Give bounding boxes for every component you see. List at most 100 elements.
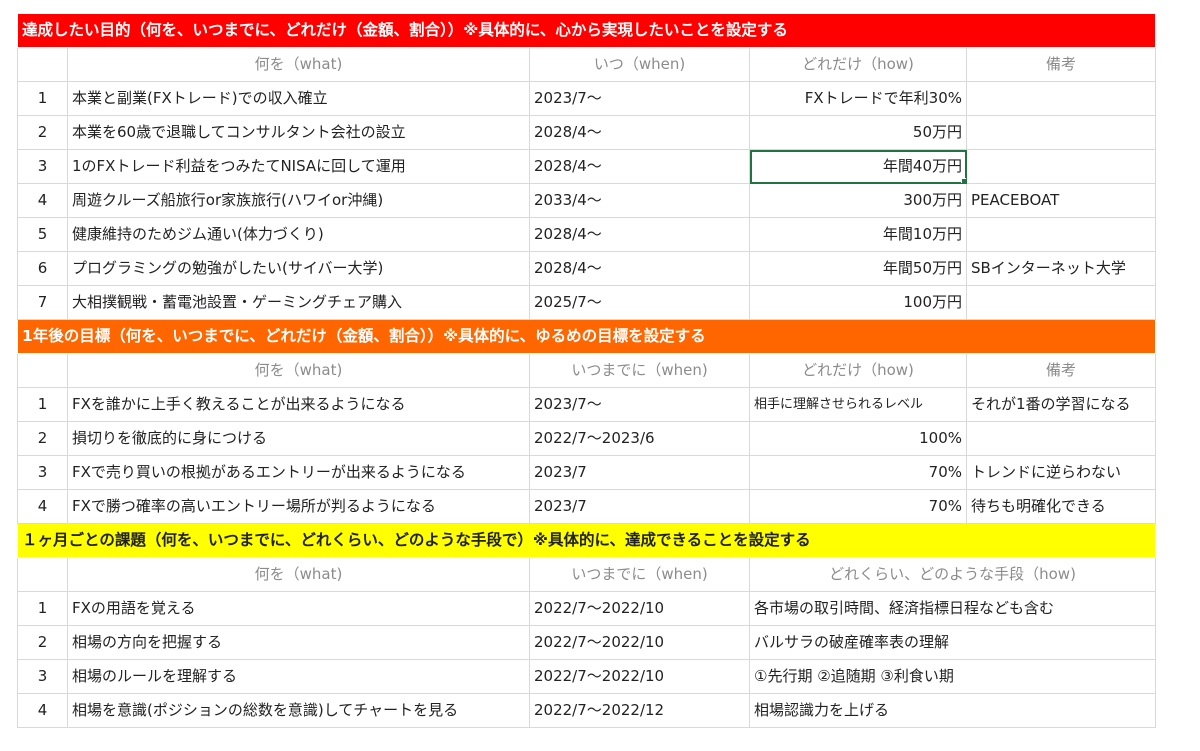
- how-cell[interactable]: 70%: [749, 489, 967, 524]
- how-cell[interactable]: 各市場の取引時間、経済指標日程なども含む: [748, 591, 1157, 626]
- row-number-cell[interactable]: 3: [17, 659, 68, 694]
- column-header[interactable]: どれだけ（how): [749, 353, 967, 388]
- section-title-monthly[interactable]: １ヶ月ごとの課題（何を、いつまでに、どれくらい、どのような手段で）※具体的に、達…: [17, 523, 1156, 558]
- when-cell[interactable]: 2025/7〜: [529, 285, 750, 320]
- row-number-header[interactable]: [17, 353, 68, 388]
- column-header[interactable]: いつまでに（when): [529, 353, 750, 388]
- note-cell[interactable]: [965, 421, 1157, 456]
- how-cell[interactable]: 年間50万円: [749, 251, 967, 286]
- column-header-row: 何を（what) いつまでに（when) どれだけ（how) 備考: [17, 353, 1157, 388]
- row-number-cell[interactable]: 7: [17, 285, 68, 320]
- column-header[interactable]: どれくらい、どのような手段（how): [748, 557, 1157, 592]
- how-cell[interactable]: FXトレードで年利30%: [749, 81, 967, 116]
- what-cell[interactable]: 相場の方向を把握する: [67, 625, 530, 660]
- how-cell[interactable]: 相場認識力を上げる: [748, 693, 1157, 728]
- note-cell[interactable]: それが1番の学習になる: [965, 387, 1157, 422]
- row-number-cell[interactable]: 3: [17, 149, 68, 184]
- row-number-cell[interactable]: 2: [17, 625, 68, 660]
- note-cell[interactable]: [965, 115, 1157, 150]
- note-cell[interactable]: [965, 149, 1157, 184]
- when-cell[interactable]: 2028/4〜: [529, 115, 750, 150]
- column-header[interactable]: 何を（what): [67, 353, 530, 388]
- column-header[interactable]: 備考: [965, 353, 1157, 388]
- how-cell[interactable]: 70%: [749, 455, 967, 490]
- how-cell[interactable]: 100%: [749, 421, 967, 456]
- when-cell[interactable]: 2023/7〜: [529, 387, 750, 422]
- section-header-row: 1年後の目標（何を、いつまでに、どれだけ（金額、割合））※具体的に、ゆるめの目標…: [17, 319, 1156, 354]
- row-number-cell[interactable]: 1: [17, 81, 68, 116]
- note-cell[interactable]: SBインターネット大学: [965, 251, 1157, 286]
- column-header-row: 何を（what) いつまでに（when) どれくらい、どのような手段（how): [17, 557, 1157, 592]
- what-cell[interactable]: FXで勝つ確率の高いエントリー場所が判るようになる: [67, 489, 530, 524]
- what-cell[interactable]: 相場のルールを理解する: [67, 659, 530, 694]
- table-row: 3 1のFXトレード利益をつみたてNISAに回して運用 2028/4〜 年間40万円: [17, 149, 1157, 184]
- row-number-cell[interactable]: 4: [17, 693, 68, 728]
- section-title-one-year[interactable]: 1年後の目標（何を、いつまでに、どれだけ（金額、割合））※具体的に、ゆるめの目標…: [17, 319, 1156, 354]
- section-title-goals[interactable]: 達成したい目的（何を、いつまでに、どれだけ（金額、割合））※具体的に、心から実現…: [17, 13, 1156, 48]
- how-cell[interactable]: ①先行期 ②追随期 ③利食い期: [748, 659, 1157, 694]
- column-header[interactable]: 備考: [965, 47, 1157, 82]
- row-number-cell[interactable]: 3: [17, 455, 68, 490]
- column-header[interactable]: 何を（what): [67, 47, 530, 82]
- column-header[interactable]: いつ（when): [529, 47, 750, 82]
- note-cell[interactable]: 待ちも明確化できる: [965, 489, 1157, 524]
- what-cell[interactable]: FXの用語を覚える: [67, 591, 530, 626]
- what-cell[interactable]: 本業と副業(FXトレード)での収入確立: [67, 81, 530, 116]
- when-cell[interactable]: 2022/7〜2022/10: [529, 625, 750, 660]
- when-cell[interactable]: 2022/7〜2022/12: [529, 693, 750, 728]
- how-cell[interactable]: バルサラの破産確率表の理解: [748, 625, 1157, 660]
- when-cell[interactable]: 2028/4〜: [529, 149, 750, 184]
- row-number-cell[interactable]: 1: [17, 387, 68, 422]
- row-number-cell[interactable]: 5: [17, 217, 68, 252]
- table-row: 2 相場の方向を把握する 2022/7〜2022/10 バルサラの破産確率表の理解: [17, 625, 1157, 660]
- row-number-cell[interactable]: 2: [17, 421, 68, 456]
- how-cell[interactable]: 300万円: [749, 183, 967, 218]
- row-number-cell[interactable]: 4: [17, 489, 68, 524]
- how-cell[interactable]: 100万円: [749, 285, 967, 320]
- what-cell[interactable]: 相場を意識(ポジションの総数を意識)してチャートを見る: [67, 693, 530, 728]
- row-number-header[interactable]: [17, 557, 68, 592]
- what-cell[interactable]: 大相撲観戦・蓄電池設置・ゲーミングチェア購入: [67, 285, 530, 320]
- how-cell[interactable]: 50万円: [749, 115, 967, 150]
- when-cell[interactable]: 2023/7〜: [529, 81, 750, 116]
- table-row: 4 相場を意識(ポジションの総数を意識)してチャートを見る 2022/7〜2022/…: [17, 693, 1157, 728]
- what-cell[interactable]: FXで売り買いの根拠があるエントリーが出来るようになる: [67, 455, 530, 490]
- note-cell[interactable]: トレンドに逆らわない: [965, 455, 1157, 490]
- table-row: 2 本業を60歳で退職してコンサルタント会社の設立 2028/4〜 50万円: [17, 115, 1157, 150]
- what-cell[interactable]: 1のFXトレード利益をつみたてNISAに回して運用: [67, 149, 530, 184]
- how-cell[interactable]: 相手に理解させられるレベル: [749, 387, 967, 422]
- row-number-cell[interactable]: 6: [17, 251, 68, 286]
- table-row: 5 健康維持のためジム通い(体力づくり) 2028/4〜 年間10万円: [17, 217, 1157, 252]
- when-cell[interactable]: 2028/4〜: [529, 217, 750, 252]
- when-cell[interactable]: 2028/4〜: [529, 251, 750, 286]
- when-cell[interactable]: 2033/4〜: [529, 183, 750, 218]
- row-number-header[interactable]: [17, 47, 68, 82]
- what-cell[interactable]: 損切りを徹底的に身につける: [67, 421, 530, 456]
- note-cell[interactable]: [965, 217, 1157, 252]
- when-cell[interactable]: 2022/7〜2022/10: [529, 659, 750, 694]
- note-cell[interactable]: [965, 81, 1157, 116]
- column-header-row: 何を（what) いつ（when) どれだけ（how) 備考: [17, 47, 1157, 82]
- when-cell[interactable]: 2023/7: [529, 489, 750, 524]
- what-cell[interactable]: プログラミングの勉強がしたい(サイバー大学): [67, 251, 530, 286]
- what-cell[interactable]: 周遊クルーズ船旅行or家族旅行(ハワイor沖縄): [67, 183, 530, 218]
- note-cell[interactable]: [965, 285, 1157, 320]
- table-row: 2 損切りを徹底的に身につける 2022/7〜2023/6 100%: [17, 421, 1157, 456]
- row-number-cell[interactable]: 2: [17, 115, 68, 150]
- row-number-cell[interactable]: 4: [17, 183, 68, 218]
- how-cell[interactable]: 年間10万円: [749, 217, 967, 252]
- column-header[interactable]: どれだけ（how): [749, 47, 967, 82]
- what-cell[interactable]: 本業を60歳で退職してコンサルタント会社の設立: [67, 115, 530, 150]
- column-header[interactable]: 何を（what): [67, 557, 530, 592]
- what-cell[interactable]: FXを誰かに上手く教えることが出来るようになる: [67, 387, 530, 422]
- note-cell[interactable]: PEACEBOAT: [965, 183, 1157, 218]
- row-number-cell[interactable]: 1: [17, 591, 68, 626]
- when-cell[interactable]: 2022/7〜2023/6: [529, 421, 750, 456]
- when-cell[interactable]: 2022/7〜2022/10: [529, 591, 750, 626]
- what-cell[interactable]: 健康維持のためジム通い(体力づくり): [67, 217, 530, 252]
- how-cell[interactable]: 年間40万円: [749, 149, 967, 184]
- table-row: 7 大相撲観戦・蓄電池設置・ゲーミングチェア購入 2025/7〜 100万円: [17, 285, 1157, 320]
- when-cell[interactable]: 2023/7: [529, 455, 750, 490]
- column-header[interactable]: いつまでに（when): [529, 557, 750, 592]
- section-header-row: １ヶ月ごとの課題（何を、いつまでに、どれくらい、どのような手段で）※具体的に、達…: [17, 523, 1156, 558]
